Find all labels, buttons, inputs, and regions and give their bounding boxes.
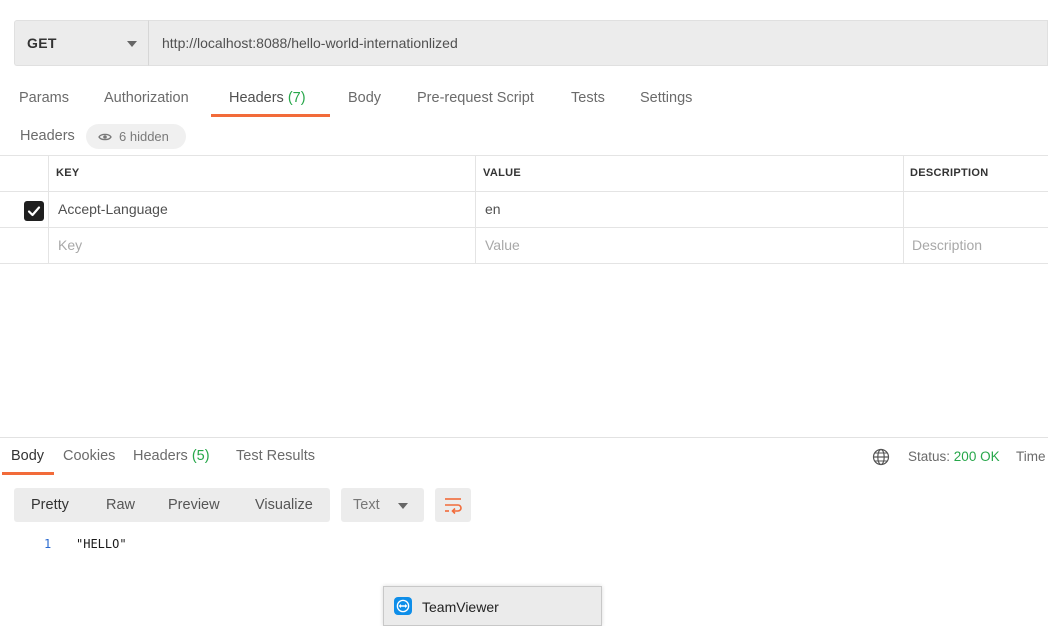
table-col-divider [48,155,49,264]
table-header-border [0,191,1048,192]
response-tab-test-results[interactable]: Test Results [236,448,315,464]
headers-table: KEY VALUE DESCRIPTION Accept-Language en… [0,155,1048,264]
new-value-input[interactable]: Value [485,237,520,253]
status-value: 200 OK [953,449,1000,464]
tab-params[interactable]: Params [19,90,69,106]
checkbox-check-icon [27,206,41,217]
teamviewer-popup[interactable]: TeamViewer [383,586,602,626]
response-tab-headers[interactable]: Headers (5) [133,448,210,464]
header-enabled-checkbox[interactable] [24,201,44,221]
method-select[interactable]: GET [14,20,148,66]
tab-tests[interactable]: Tests [571,90,605,106]
eye-icon [98,133,112,141]
tab-authorization[interactable]: Authorization [104,90,189,106]
tab-headers-count: (7) [287,90,306,106]
format-raw-button[interactable]: Raw [106,497,135,513]
column-header-key: KEY [56,167,80,179]
table-border-bottom [0,263,1048,264]
response-tab-headers-count: (5) [191,448,210,464]
body-type-select[interactable]: Text [341,488,424,522]
headers-section-title: Headers [20,128,75,144]
header-key-cell[interactable]: Accept-Language [58,201,168,217]
response-code-line: "HELLO" [76,537,127,551]
hidden-headers-count: 6 hidden [119,129,169,144]
column-header-description: DESCRIPTION [910,167,989,179]
table-border-top [0,155,1048,156]
teamviewer-icon [394,597,412,615]
body-type-label: Text [353,497,380,513]
table-col-divider [475,155,476,264]
line-number: 1 [44,537,52,551]
wrap-lines-icon [445,498,462,515]
table-col-divider [903,155,904,264]
url-text: http://localhost:8088/hello-world-intern… [162,35,458,51]
new-key-input[interactable]: Key [58,237,82,253]
body-format-group: Pretty Raw Preview Visualize [14,488,330,522]
table-row-border [0,227,1048,228]
status-label: Status: [908,449,951,464]
tab-headers-label: Headers [229,90,284,106]
response-divider [0,437,1048,438]
response-status: Status: 200 OK [908,449,1000,464]
method-label: GET [27,35,57,51]
chevron-down-icon [398,503,408,509]
globe-icon[interactable] [872,448,890,466]
hidden-headers-toggle[interactable]: 6 hidden [86,124,186,149]
format-visualize-button[interactable]: Visualize [255,497,313,513]
new-description-input[interactable]: Description [912,237,982,253]
response-tab-body[interactable]: Body [11,448,44,464]
wrap-lines-button[interactable] [435,488,471,522]
response-time-label: Time [1016,449,1046,464]
header-value-cell[interactable]: en [485,201,501,217]
url-input[interactable]: http://localhost:8088/hello-world-intern… [148,20,1048,66]
tab-body[interactable]: Body [348,90,381,106]
active-tab-indicator [211,114,330,117]
teamviewer-title: TeamViewer [422,599,499,615]
format-pretty-button[interactable]: Pretty [31,497,69,513]
column-header-value: VALUE [483,167,521,179]
response-tab-headers-label: Headers [133,448,188,464]
tab-pre-request-script[interactable]: Pre-request Script [417,90,534,106]
chevron-down-icon [127,41,137,47]
active-response-tab-indicator [2,472,54,475]
tab-settings[interactable]: Settings [640,90,692,106]
format-preview-button[interactable]: Preview [168,497,220,513]
tab-headers[interactable]: Headers (7) [229,90,306,106]
response-tab-cookies[interactable]: Cookies [63,448,115,464]
